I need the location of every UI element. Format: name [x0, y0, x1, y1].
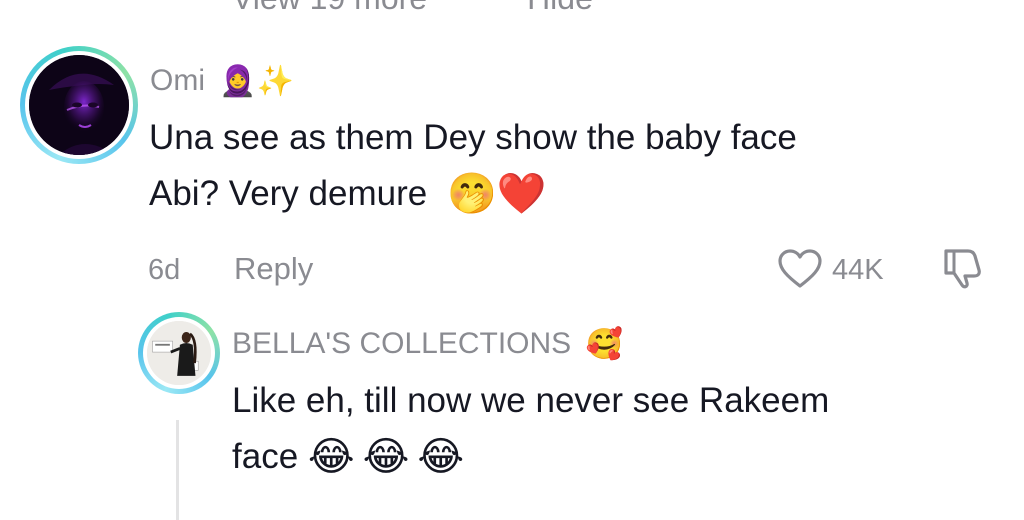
- avatar-portrait-icon: [29, 55, 129, 155]
- comment-text: Like eh, till now we never see Rakeem fa…: [232, 373, 829, 485]
- comment-line-2: Abi? Very demure 🤭❤️: [149, 166, 797, 222]
- username-text: BELLA'S COLLECTIONS: [232, 327, 572, 360]
- comment-username[interactable]: Omi 🧕✨: [150, 64, 294, 98]
- avatar[interactable]: [138, 312, 220, 394]
- username-text: Omi: [150, 64, 205, 97]
- comment-age: 6d: [148, 254, 181, 286]
- comment-line-1: Una see as them Dey show the baby face: [149, 118, 797, 157]
- like-count: 44K: [832, 254, 884, 286]
- top-controls: View 19 more Hide: [232, 0, 593, 17]
- comment-line-1: Like eh, till now we never see Rakeem: [232, 381, 830, 420]
- view-more-replies-button[interactable]: View 19 more: [232, 0, 427, 17]
- avatar[interactable]: [20, 46, 138, 164]
- comment-line-2-text: face: [232, 437, 299, 476]
- comment-text: Una see as them Dey show the baby face A…: [149, 110, 797, 222]
- comment-line-2-text: Abi? Very demure: [149, 174, 428, 213]
- comment-emojis-icon: 🤭❤️: [446, 172, 547, 216]
- username-emoji-icon: 🧕✨: [219, 65, 295, 99]
- username-emoji-icon: 🥰: [585, 328, 623, 362]
- avatar-image: [29, 55, 129, 155]
- avatar-photo-icon: [147, 321, 211, 385]
- comment-line-2: face 😂😂😂: [232, 429, 829, 485]
- comment-username[interactable]: BELLA'S COLLECTIONS 🥰: [232, 327, 623, 361]
- heart-outline-icon[interactable]: [777, 249, 823, 289]
- dislike-icon[interactable]: [938, 245, 986, 289]
- laughing-emojis-icon: 😂😂😂: [307, 435, 473, 479]
- hide-replies-button[interactable]: Hide: [527, 0, 593, 17]
- reply-thread-line: [176, 420, 179, 520]
- reply-button[interactable]: Reply: [234, 251, 313, 287]
- avatar-image: [147, 321, 211, 385]
